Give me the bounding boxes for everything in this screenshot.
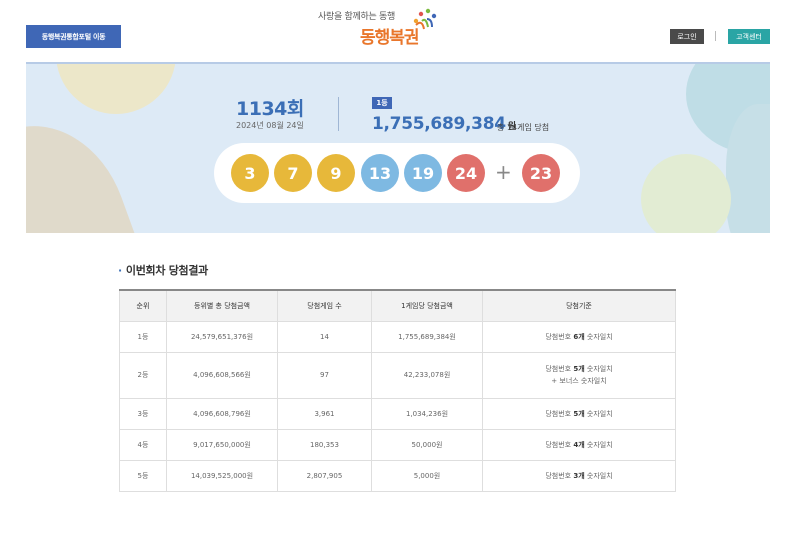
criteria-count: 6개	[573, 332, 585, 341]
column-header: 1게임당 당첨금액	[371, 289, 483, 322]
login-button[interactable]: 로그인	[670, 29, 704, 44]
section-title-text: 이번회차 당첨결과	[125, 264, 208, 277]
rank-cell: 4등	[119, 428, 167, 461]
logo-mark-icon	[413, 8, 437, 30]
winner-games-cell: 97	[277, 351, 372, 399]
criteria-cell: 당첨번호 3개 숫자일치	[482, 459, 676, 492]
customer-center-button[interactable]: 고객센터	[728, 29, 770, 44]
table-row: 4등 9,017,650,000원 180,353 50,000원 당첨번호 4…	[119, 428, 676, 461]
winner-games-cell: 3,961	[277, 397, 372, 430]
draw-round: 1134회	[236, 98, 304, 120]
bonus-plus-sign: +	[495, 160, 512, 184]
per-game-prize-cell: 5,000원	[371, 459, 483, 492]
table-row: 3등 4,096,608,796원 3,961 1,034,236원 당첨번호 …	[119, 397, 676, 430]
total-prize-cell: 24,579,651,376원	[166, 320, 278, 353]
draw-date: 2024년 08월 24일	[236, 121, 304, 130]
site-logo[interactable]: 사랑을 함께하는 동행 동행복권	[318, 7, 448, 49]
table-header-row: 순위 등위별 총 당첨금액 당첨게임 수 1게임당 당첨금액 당첨기준	[119, 289, 676, 322]
criteria-text: 당첨번호	[545, 365, 574, 373]
column-header: 당첨게임 수	[277, 289, 372, 322]
criteria-text: 당첨번호	[545, 409, 574, 418]
column-header: 등위별 총 당첨금액	[166, 289, 278, 322]
winning-ball: 3	[231, 154, 269, 192]
logo-slogan: 사랑을 함께하는 동행	[318, 12, 395, 22]
first-prize-amount: 1,755,689,384 원	[372, 114, 516, 134]
banner-decoration	[56, 64, 176, 114]
criteria-bonus-line: + 보너스 숫자일치	[551, 377, 607, 385]
rank-cell: 5등	[119, 459, 167, 492]
criteria-text: 당첨번호	[545, 332, 574, 341]
table-row: 2등 4,096,608,566원 97 42,233,078원 당첨번호 5개…	[119, 351, 676, 399]
criteria-text: 당첨번호	[545, 440, 574, 449]
total-prize-cell: 14,039,525,000원	[166, 459, 278, 492]
winning-ball: 24	[447, 154, 485, 192]
per-game-prize-cell: 1,034,236원	[371, 397, 483, 430]
per-game-prize-cell: 1,755,689,384원	[371, 320, 483, 353]
criteria-cell: 당첨번호 5개 숫자일치	[482, 397, 676, 430]
header-divider	[715, 31, 716, 41]
rank-cell: 3등	[119, 397, 167, 430]
criteria-text: 숫자일치	[584, 332, 613, 341]
criteria-line: 당첨번호 5개 숫자일치	[483, 363, 675, 375]
criteria-cell: 당첨번호 4개 숫자일치	[482, 428, 676, 461]
rank-cell: 2등	[119, 351, 167, 399]
criteria-text: 당첨번호	[545, 471, 574, 480]
total-prize-cell: 4,096,608,566원	[166, 351, 278, 399]
criteria-count: 3개	[573, 471, 585, 480]
bonus-ball: 23	[522, 154, 560, 192]
rank-cell: 1등	[119, 320, 167, 353]
winning-ball: 7	[274, 154, 312, 192]
criteria-cell: 당첨번호 5개 숫자일치 + 보너스 숫자일치	[482, 351, 676, 399]
total-prize-cell: 9,017,650,000원	[166, 428, 278, 461]
winner-count: 총 14게임 당첨	[497, 123, 550, 132]
criteria-cell: 당첨번호 6개 숫자일치	[482, 320, 676, 353]
draw-result-banner: 1134회 2024년 08월 24일 1등 1,755,689,384 원 총 …	[26, 62, 770, 233]
per-game-prize-cell: 50,000원	[371, 428, 483, 461]
winner-games-cell: 14	[277, 320, 372, 353]
table-row: 1등 24,579,651,376원 14 1,755,689,384원 당첨번…	[119, 320, 676, 353]
column-header: 당첨기준	[482, 289, 676, 322]
total-prize-cell: 4,096,608,796원	[166, 397, 278, 430]
banner-decoration	[26, 102, 156, 233]
criteria-text: 숫자일치	[584, 409, 613, 418]
criteria-count: 4개	[573, 440, 585, 449]
column-header: 순위	[119, 289, 167, 322]
winner-games-cell: 180,353	[277, 428, 372, 461]
criteria-text: 숫자일치	[584, 471, 613, 480]
criteria-count: 5개	[573, 409, 585, 418]
first-rank-badge: 1등	[372, 97, 392, 109]
bullet-icon: ·	[118, 264, 122, 277]
section-title: · 이번회차 당첨결과	[118, 262, 208, 278]
winning-ball: 9	[317, 154, 355, 192]
first-prize-value: 1,755,689,384	[372, 114, 506, 134]
table-row: 5등 14,039,525,000원 2,807,905 5,000원 당첨번호…	[119, 459, 676, 492]
winning-ball: 13	[361, 154, 399, 192]
prize-result-table: 순위 등위별 총 당첨금액 당첨게임 수 1게임당 당첨금액 당첨기준 1등 2…	[119, 289, 676, 492]
criteria-text: 숫자일치	[584, 365, 613, 373]
winner-games-cell: 2,807,905	[277, 459, 372, 492]
banner-divider	[338, 97, 339, 131]
banner-decoration	[641, 154, 731, 233]
criteria-text: 숫자일치	[584, 440, 613, 449]
criteria-count: 5개	[573, 365, 585, 373]
winning-ball: 19	[404, 154, 442, 192]
portal-link-button[interactable]: 동행복권통합포털 이동	[26, 25, 121, 48]
per-game-prize-cell: 42,233,078원	[371, 351, 483, 399]
